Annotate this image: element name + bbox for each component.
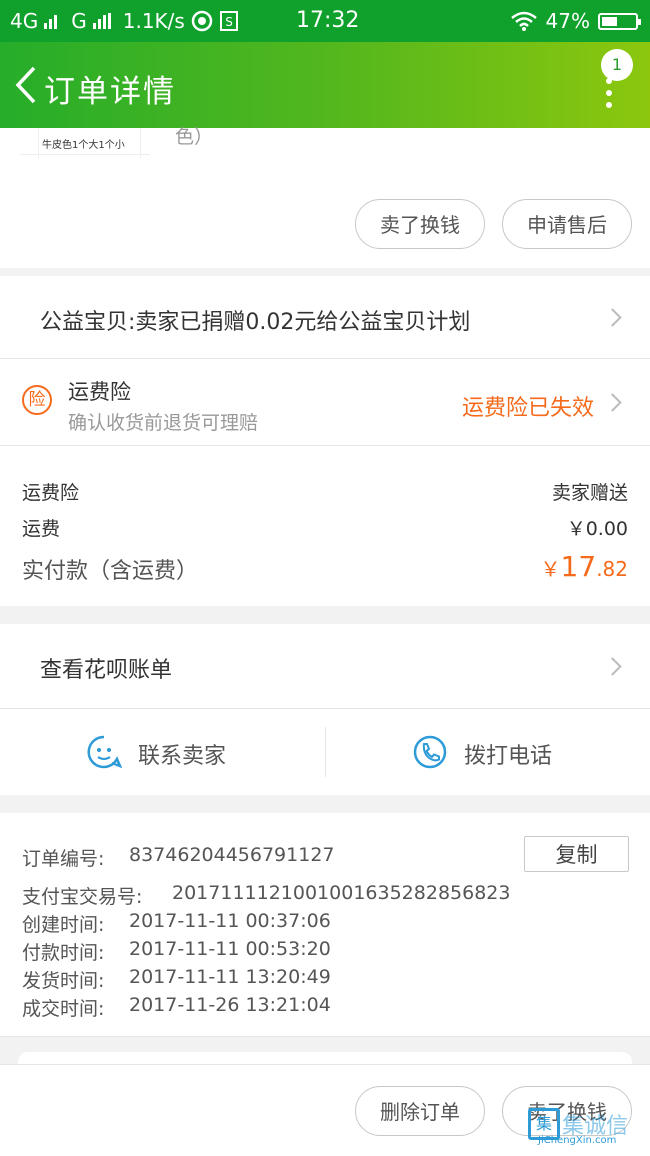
shipping-insurance-row[interactable]: 险 运费险 确认收货前退货可理赔 运费险已失效: [0, 359, 650, 445]
phone-icon: [413, 735, 447, 769]
currency-symbol: ￥: [540, 557, 561, 581]
product-card: 牛皮色1个大1个小 色） 卖了换钱 申请售后: [0, 126, 650, 268]
cost-summary: 运费险 卖家赠送 运费 ￥0.00 实付款（含运费） ￥17.82: [0, 446, 650, 606]
network-speed: 1.1K/s: [122, 9, 185, 33]
order-number-label: 订单编号:: [22, 848, 105, 870]
shipped-time-label: 发货时间:: [22, 970, 105, 992]
clock: 17:32: [296, 8, 360, 33]
thumbnail-caption: 牛皮色1个大1个小: [42, 140, 125, 151]
order-info-card: 复制 订单编号: 83746204456791127 支付宝交易号: 20171…: [0, 813, 650, 1036]
signal-icon: [44, 13, 58, 29]
battery-percent: 47%: [545, 9, 590, 33]
paid-amount-label: 实付款（含运费）: [22, 559, 199, 584]
call-phone-button[interactable]: 拨打电话: [326, 709, 650, 795]
signal-icon-2: [92, 13, 111, 29]
notification-icon: [191, 10, 213, 32]
huabei-text: 查看花呗账单: [40, 658, 173, 683]
call-phone-label: 拨打电话: [464, 744, 553, 769]
back-arrow-icon[interactable]: [12, 64, 42, 106]
wifi-icon: [510, 11, 537, 31]
copy-order-number-button[interactable]: 复制: [524, 836, 629, 872]
charity-row[interactable]: 公益宝贝:卖家已捐赠0.02元给公益宝贝计划: [0, 276, 650, 358]
shipping-cost-label: 运费: [22, 518, 61, 540]
sell-for-cash-button[interactable]: 卖了换钱: [355, 199, 485, 249]
page-title: 订单详情: [44, 74, 176, 110]
chevron-right-icon: [603, 308, 622, 327]
watermark-logo: 集 集诚信 JiChengXin.com: [528, 1101, 646, 1147]
order-number-value: 83746204456791127: [129, 844, 335, 866]
paid-time-value: 2017-11-11 00:53:20: [129, 938, 331, 960]
product-spec: 色）: [175, 126, 214, 148]
insurance-icon: 险: [22, 385, 52, 415]
watermark-brand: JiChengXin.com: [538, 1135, 617, 1146]
insurance-title: 运费险: [68, 380, 131, 404]
created-time-label: 创建时间:: [22, 914, 105, 936]
alipay-trade-label: 支付宝交易号:: [22, 886, 143, 908]
nav-bar: 订单详情 1: [0, 42, 650, 128]
shipping-cost-value: ￥0.00: [566, 518, 628, 540]
paid-time-label: 付款时间:: [22, 942, 105, 964]
insurance-cost-label: 运费险: [22, 482, 80, 504]
chevron-right-icon: [603, 393, 622, 412]
contact-seller-button[interactable]: 联系卖家: [0, 709, 325, 795]
sim-icon: S: [219, 11, 238, 31]
notification-badge: 1: [601, 49, 633, 81]
network-type-label: 4G: [10, 9, 39, 33]
more-menu-icon[interactable]: [606, 78, 614, 108]
network-type-label-2: G: [71, 9, 87, 33]
completed-time-value: 2017-11-26 13:21:04: [129, 994, 331, 1016]
alipay-trade-value: 2017111121001001635282856823: [172, 882, 511, 904]
huabei-row[interactable]: 查看花呗账单: [0, 624, 650, 708]
chat-icon: [87, 735, 122, 769]
apply-after-sale-button[interactable]: 申请售后: [502, 199, 632, 249]
contact-bar: 联系卖家 拨打电话: [0, 709, 650, 795]
delete-order-button[interactable]: 删除订单: [355, 1086, 485, 1136]
paid-amount: ￥17.82: [541, 550, 628, 583]
created-time-value: 2017-11-11 00:37:06: [129, 910, 331, 932]
insurance-status: 运费险已失效: [462, 396, 595, 421]
charity-text: 公益宝贝:卖家已捐赠0.02元给公益宝贝计划: [40, 310, 471, 335]
product-thumbnail[interactable]: 牛皮色1个大1个小: [20, 128, 150, 172]
contact-seller-label: 联系卖家: [138, 744, 227, 769]
chevron-right-icon: [603, 657, 622, 676]
battery-icon: [598, 12, 641, 30]
paid-amount-dec: .82: [596, 557, 628, 581]
status-bar: 4G G 1.1K/s S 17:32 47%: [0, 0, 650, 42]
shipped-time-value: 2017-11-11 13:20:49: [129, 966, 331, 988]
svg-text:S: S: [225, 15, 233, 29]
paid-amount-int: 17: [560, 550, 597, 583]
completed-time-label: 成交时间:: [22, 998, 105, 1020]
insurance-subtitle: 确认收货前退货可理赔: [68, 412, 259, 434]
insurance-cost-value: 卖家赠送: [551, 482, 628, 504]
